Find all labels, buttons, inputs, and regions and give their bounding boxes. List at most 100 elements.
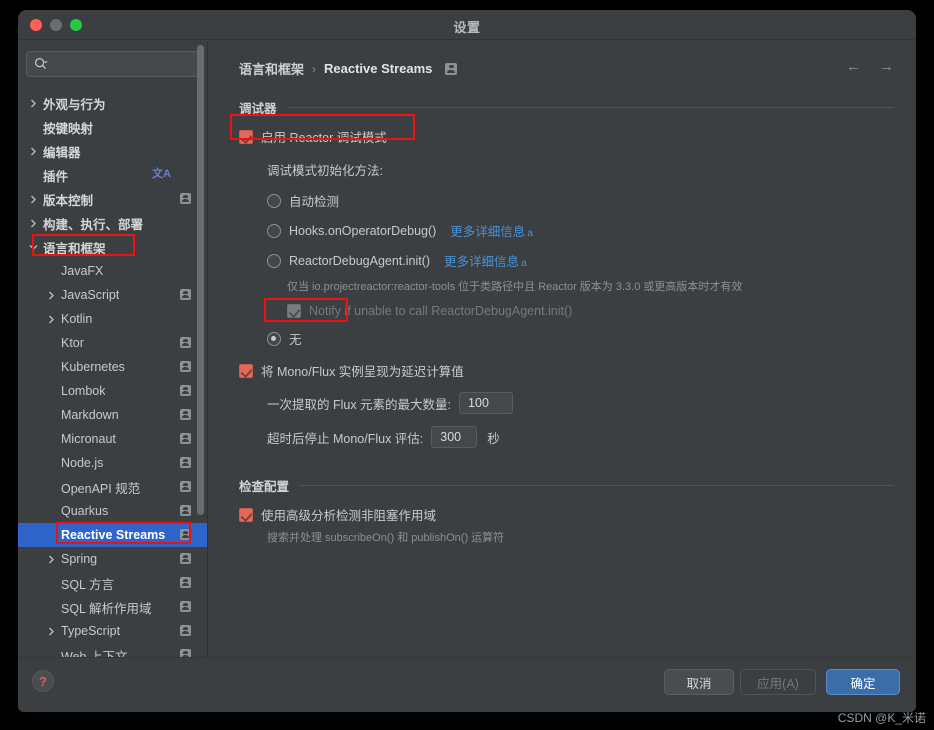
lazy-render-label: 将 Mono/Flux 实例呈现为延迟计算值 [261, 365, 464, 379]
sidebar-item-ktor[interactable]: Ktor [18, 331, 207, 355]
search-input[interactable] [55, 52, 192, 76]
sidebar-item-label: 编辑器 [43, 145, 81, 160]
translate-icon: 文A [152, 168, 171, 180]
lazy-render-checkbox[interactable] [239, 363, 253, 378]
reactor-debug-agent-radio[interactable] [267, 253, 281, 268]
sidebar-item-kubernetes[interactable]: Kubernetes [18, 355, 207, 379]
sidebar-item-label: OpenAPI 规范 [61, 481, 141, 496]
sidebar-item-openapi[interactable]: OpenAPI 规范 [18, 475, 207, 499]
ok-button[interactable]: 确定 [826, 669, 900, 695]
project-scope-icon [180, 649, 191, 657]
sidebar-scrollbar-thumb[interactable] [197, 45, 204, 515]
sidebar-item-web[interactable]: Web 上下文 [18, 643, 207, 657]
agent-more-info-text: 更多详细信息 [444, 255, 520, 269]
lazy-render-row[interactable]: 将 Mono/Flux 实例呈现为延迟计算值 [239, 361, 894, 380]
search-icon [34, 57, 48, 76]
sidebar-item-sql[interactable]: SQL 解析作用域 [18, 595, 207, 619]
sidebar-item-label: Reactive Streams [61, 528, 166, 542]
inspection-section-header: 检查配置 [239, 476, 894, 495]
option-hooks-row[interactable]: Hooks.onOperatorDebug() 更多详细信息 a [267, 221, 894, 240]
project-scope-icon [180, 289, 191, 300]
sidebar-item-label: Markdown [61, 408, 119, 422]
window-title: 设置 [453, 20, 481, 35]
sidebar-item-typescript[interactable]: TypeScript [18, 619, 207, 643]
sidebar-item-node-js[interactable]: Node.js [18, 451, 207, 475]
watermark: CSDN @K_米诺 [837, 711, 926, 725]
project-scope-icon [180, 361, 191, 372]
cancel-button[interactable]: 取消 [664, 669, 734, 695]
sidebar-item-javascript[interactable]: JavaScript [18, 283, 207, 307]
chevron-right-icon[interactable] [46, 314, 57, 325]
sidebar-item-javafx[interactable]: JavaFX [18, 259, 207, 283]
sidebar-item-reactive-streams[interactable]: Reactive Streams [18, 523, 207, 547]
breadcrumb-parent[interactable]: 语言和框架 [239, 59, 304, 78]
sidebar-item-label: Web 上下文 [61, 649, 128, 658]
sidebar-item-label: 按键映射 [43, 121, 94, 136]
reactor-debug-agent-label: ReactorDebugAgent.init() [289, 253, 431, 268]
settings-main-panel: 语言和框架 › Reactive Streams ← → 调试器 启用 Reac… [209, 41, 916, 657]
hooks-on-operator-debug-radio[interactable] [267, 223, 281, 238]
external-link-icon: a [527, 228, 533, 239]
chevron-right-icon[interactable] [46, 626, 57, 637]
enable-reactor-debug-row[interactable]: 启用 Reactor 调试模式 [239, 127, 894, 146]
chevron-right-icon[interactable] [46, 290, 57, 301]
sidebar-item-lombok[interactable]: Lombok [18, 379, 207, 403]
max-flux-input[interactable] [459, 392, 514, 414]
settings-tree[interactable]: 外观与行为按键映射编辑器插件 文A 版本控制构建、执行、部署 语言和框架 JavaFX J… [18, 89, 207, 657]
enable-reactor-debug-label: 启用 Reactor 调试模式 [261, 131, 387, 145]
project-scope-icon [180, 409, 191, 420]
project-scope-icon [445, 62, 458, 75]
option-agent-row[interactable]: ReactorDebugAgent.init() 更多详细信息 a [267, 251, 894, 270]
hooks-more-info-link[interactable]: 更多详细信息 a [450, 221, 533, 240]
search-box[interactable] [26, 51, 199, 77]
forward-arrow-icon[interactable]: → [879, 59, 894, 74]
chevron-right-icon[interactable] [28, 194, 39, 205]
dialog-footer: ? 取消 应用(A) 确定 [18, 657, 916, 712]
title-bar: 设置 [18, 10, 916, 40]
agent-hint-row: 仅当 io.projectreactor:reactor-tools 位于类路径… [287, 278, 894, 294]
notify-agent-label: Notify if unable to call ReactorDebugAge… [309, 304, 573, 318]
option-none-row[interactable]: 无 [267, 329, 894, 348]
advanced-analysis-checkbox[interactable] [239, 507, 253, 522]
timeout-label: 超时后停止 Mono/Flux 评估: [267, 431, 424, 446]
sidebar-item-[interactable]: 语言和框架 [18, 235, 207, 259]
none-radio[interactable] [267, 331, 281, 346]
max-flux-row: 一次提取的 Flux 元素的最大数量: [267, 392, 894, 414]
sidebar-item-[interactable]: 编辑器 [18, 139, 207, 163]
back-arrow-icon[interactable]: ← [846, 59, 861, 74]
chevron-right-icon[interactable] [28, 218, 39, 229]
agent-more-info-link[interactable]: 更多详细信息 a [444, 251, 527, 270]
help-icon[interactable]: ? [32, 670, 54, 692]
sidebar-item-label: Micronaut [61, 432, 116, 446]
sidebar-item-sql[interactable]: SQL 方言 [18, 571, 207, 595]
chevron-down-icon[interactable] [28, 242, 39, 253]
sidebar-item-[interactable]: 外观与行为 [18, 91, 207, 115]
sidebar-item-label: 外观与行为 [43, 97, 106, 112]
sidebar-item-[interactable]: 构建、执行、部署 [18, 211, 207, 235]
chevron-right-icon[interactable] [28, 98, 39, 109]
timeout-input[interactable] [431, 426, 478, 448]
sidebar-item-[interactable]: 按键映射 [18, 115, 207, 139]
sidebar-item-kotlin[interactable]: Kotlin [18, 307, 207, 331]
timeout-unit: 秒 [487, 431, 500, 446]
sidebar-item-label: 版本控制 [43, 193, 94, 208]
sidebar-item-label: JavaScript [61, 288, 120, 302]
sidebar-item-[interactable]: 版本控制 [18, 187, 207, 211]
auto-detect-radio[interactable] [267, 193, 281, 208]
sidebar-item-markdown[interactable]: Markdown [18, 403, 207, 427]
enable-reactor-debug-checkbox[interactable] [239, 129, 253, 144]
sidebar-item-[interactable]: 插件 文A [18, 163, 207, 187]
chevron-right-icon[interactable] [28, 146, 39, 157]
chevron-right-icon[interactable] [46, 554, 57, 565]
advanced-analysis-hint: 搜索并处理 subscribeOn() 和 publishOn() 运算符 [267, 532, 505, 544]
sidebar-item-spring[interactable]: Spring [18, 547, 207, 571]
sidebar-item-micronaut[interactable]: Micronaut [18, 427, 207, 451]
sidebar-item-label: SQL 方言 [61, 577, 115, 592]
project-scope-icon [180, 601, 191, 612]
sidebar-item-quarkus[interactable]: Quarkus [18, 499, 207, 523]
project-scope-icon [180, 337, 191, 348]
apply-button: 应用(A) [740, 669, 816, 695]
project-scope-icon [180, 481, 191, 492]
advanced-analysis-row[interactable]: 使用高级分析检测非阻塞作用域 [239, 505, 894, 524]
option-auto-detect-row[interactable]: 自动检测 [267, 191, 894, 210]
